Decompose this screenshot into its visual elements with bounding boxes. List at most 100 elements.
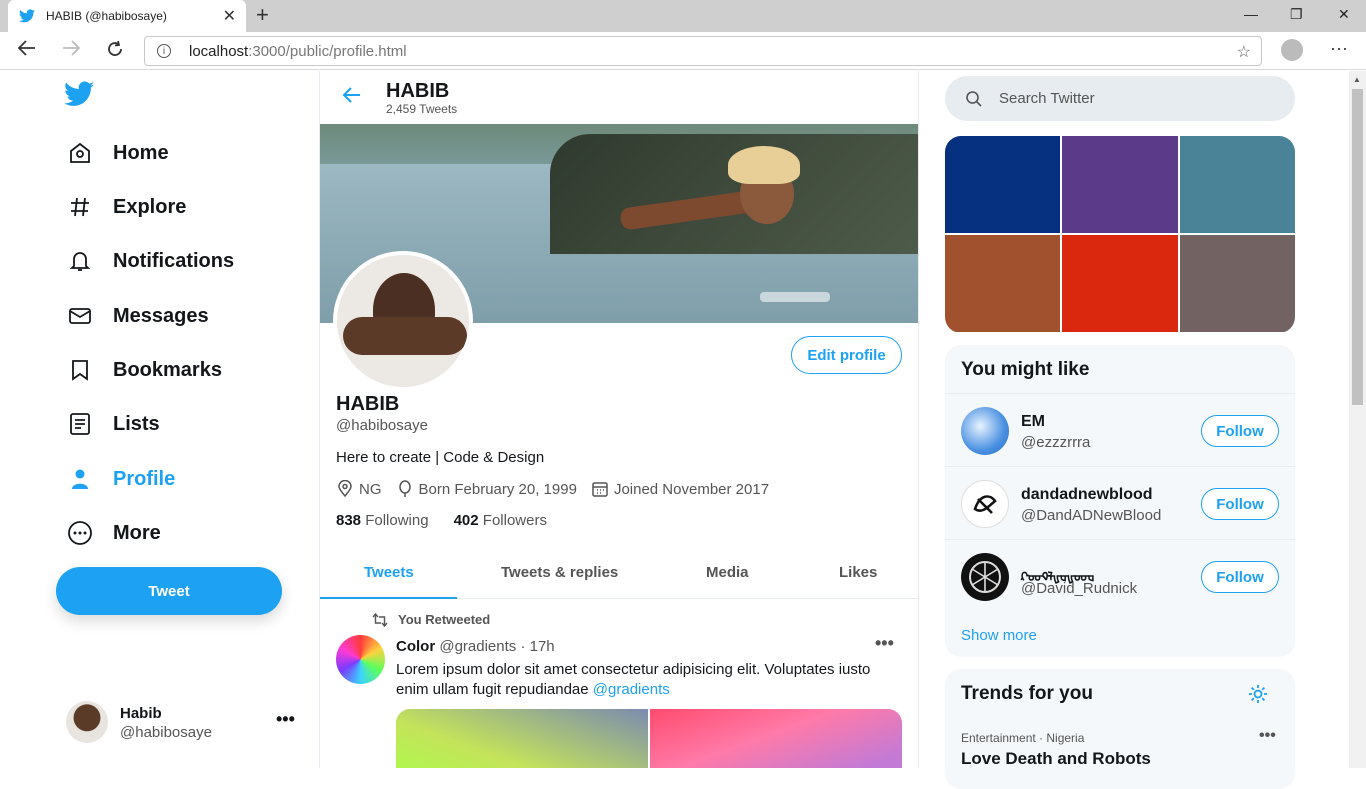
following-link[interactable]: 838 Following: [336, 512, 429, 529]
home-icon: [66, 139, 94, 167]
sidebar-item-bookmarks[interactable]: Bookmarks: [66, 356, 222, 384]
profile-avatar[interactable]: [333, 251, 473, 391]
sidebar-item-label: Explore: [113, 195, 187, 218]
window-maximize-button[interactable]: ❐: [1290, 6, 1303, 23]
browser-profile-avatar[interactable]: [1281, 39, 1303, 61]
color-palette-image[interactable]: [945, 136, 1295, 333]
sidebar-item-label: More: [113, 521, 161, 544]
sidebar-item-messages[interactable]: Messages: [66, 302, 209, 330]
palette-swatch: [945, 136, 1060, 233]
gear-icon[interactable]: [1247, 683, 1269, 710]
birthday: Born February 20, 1999: [396, 480, 577, 498]
url-text: localhost:3000/public/profile.html: [189, 42, 407, 60]
sidebar-item-label: Bookmarks: [113, 358, 222, 381]
media-image-1[interactable]: [396, 709, 648, 768]
location-pin-icon: [338, 480, 352, 498]
page-scrollbar[interactable]: ▲: [1349, 71, 1366, 768]
sidebar-item-lists[interactable]: Lists: [66, 410, 160, 438]
tab-tweets-replies[interactable]: Tweets & replies: [501, 564, 618, 581]
new-tab-button[interactable]: +: [256, 4, 269, 26]
trends-card: Trends for you Entertainment · Nigeria •…: [945, 669, 1295, 789]
show-more-link[interactable]: Show more: [961, 627, 1037, 644]
site-info-icon[interactable]: i: [157, 44, 171, 58]
trend-category: Entertainment · Nigeria: [961, 731, 1085, 745]
follow-stats: 838 Following 402 Followers: [336, 512, 547, 529]
profile-main-column: HABIB 2,459 Tweets Edit profile HABIB @h…: [320, 71, 919, 768]
followers-link[interactable]: 402 Followers: [454, 512, 547, 529]
tweet-author-name[interactable]: Color: [396, 638, 435, 655]
avatar: [961, 480, 1009, 528]
tweet-media[interactable]: [396, 709, 902, 768]
follow-button[interactable]: Follow: [1201, 415, 1279, 447]
scroll-up-icon[interactable]: ▲: [1353, 75, 1361, 84]
sidebar-item-notifications[interactable]: Notifications: [66, 247, 234, 275]
banner-door-handle-shape: [760, 292, 830, 302]
address-bar[interactable]: i localhost:3000/public/profile.html ☆: [144, 36, 1262, 66]
twitter-logo-icon[interactable]: [64, 81, 94, 112]
sidebar-item-label: Home: [113, 141, 169, 164]
palette-swatch: [1062, 235, 1178, 332]
browser-menu-icon[interactable]: ···: [1330, 38, 1348, 59]
sidebar-item-more[interactable]: More: [66, 519, 161, 547]
palette-swatch: [1062, 136, 1178, 233]
account-switcher[interactable]: Habib @habibosaye •••: [66, 701, 306, 745]
tab-tweets[interactable]: Tweets: [364, 564, 414, 581]
profile-tabs: Tweets Tweets & replies Media Likes: [320, 546, 918, 599]
tweet-mention-link[interactable]: @gradients: [593, 681, 670, 698]
sidebar-item-profile[interactable]: Profile: [66, 465, 175, 493]
trend-menu-icon[interactable]: •••: [1259, 727, 1276, 745]
retweet-indicator: You Retweeted: [372, 612, 490, 627]
sidebar-item-explore[interactable]: Explore: [66, 193, 186, 221]
twitter-favicon-icon: [18, 7, 36, 25]
suggestion-name: EM: [1021, 413, 1045, 430]
bookmark-icon: [66, 356, 94, 384]
edit-profile-button[interactable]: Edit profile: [791, 336, 902, 374]
palette-swatch: [1180, 235, 1295, 332]
trend-name[interactable]: Love Death and Robots: [961, 749, 1151, 769]
reload-icon[interactable]: [106, 40, 124, 63]
profile-bio: Here to create | Code & Design: [336, 449, 545, 466]
you-might-like-card: You might like EM @ezzzrrra Follow danda…: [945, 345, 1295, 657]
account-menu-icon[interactable]: •••: [276, 709, 295, 730]
back-arrow-icon[interactable]: [342, 85, 362, 110]
active-tab-indicator: [320, 597, 457, 599]
avatar: [66, 701, 108, 743]
suggestion-item[interactable]: dandadnewblood @DandADNewBlood Follow: [945, 466, 1295, 539]
browser-tab[interactable]: HABIB (@habibosaye) ✕: [8, 0, 246, 32]
search-placeholder: Search Twitter: [999, 90, 1095, 107]
avatar-hands-shape: [343, 317, 467, 355]
account-handle: @habibosaye: [120, 724, 212, 741]
window-close-button[interactable]: ✕: [1338, 6, 1350, 23]
tab-media[interactable]: Media: [706, 564, 749, 581]
balloon-icon: [398, 480, 411, 497]
sidebar-item-label: Profile: [113, 467, 176, 490]
follow-button[interactable]: Follow: [1201, 561, 1279, 593]
scrollbar-thumb[interactable]: [1352, 89, 1363, 405]
avatar: [961, 553, 1009, 601]
card-title: Trends for you: [961, 683, 1093, 704]
tab-likes[interactable]: Likes: [839, 564, 877, 581]
tab-close-icon[interactable]: ✕: [223, 6, 236, 26]
back-arrow-icon[interactable]: [17, 40, 36, 61]
tweet-count: 2,459 Tweets: [386, 102, 458, 116]
forward-arrow-icon[interactable]: [62, 40, 81, 61]
tab-title: HABIB (@habibosaye): [46, 9, 167, 23]
tweet-author-avatar[interactable]: [336, 635, 385, 684]
follow-button[interactable]: Follow: [1201, 488, 1279, 520]
tweet-button[interactable]: Tweet: [56, 567, 282, 615]
add-favorite-icon[interactable]: ☆: [1237, 42, 1251, 62]
profile-handle: @habibosaye: [336, 417, 428, 434]
suggestion-item[interactable]: EM @ezzzrrra Follow: [945, 393, 1295, 466]
list-icon: [66, 410, 94, 438]
browser-tab-bar: HABIB (@habibosaye) ✕ + — ❐ ✕: [0, 0, 1366, 32]
twitter-page: Home Explore Notifications Messages Book…: [0, 71, 1366, 789]
window-minimize-button[interactable]: —: [1244, 6, 1258, 22]
tweet-menu-icon[interactable]: •••: [875, 633, 894, 654]
mail-icon: [66, 302, 94, 330]
sidebar-item-home[interactable]: Home: [66, 139, 169, 167]
search-input[interactable]: Search Twitter: [945, 76, 1295, 121]
suggestion-item[interactable]: ᡘ᠊ᡂᡐᡀᡆᡁᡂᡆ @David_Rudnick Follow: [945, 539, 1295, 612]
tweet-author-line: Color @gradients · 17h: [396, 638, 555, 655]
media-image-2[interactable]: [650, 709, 902, 768]
bell-icon: [66, 247, 94, 275]
